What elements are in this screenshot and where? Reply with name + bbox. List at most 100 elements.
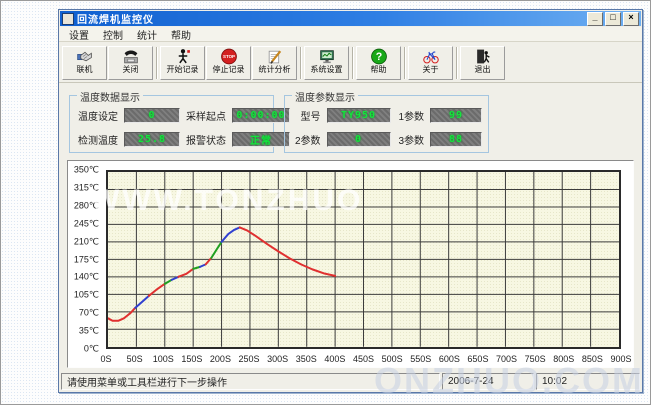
temp-setpoint-label: 温度设定 [78, 108, 118, 123]
y-tick-label: 70℃ [79, 308, 99, 319]
help-button[interactable]: ? 帮助 [356, 46, 401, 80]
chart-x-axis: 0S50S100S150S200S250S300S350S400S450S500… [106, 352, 621, 365]
temperature-data-fields: 温度设定 0 采样起点 0:00:00 检测温度 25.8 报警状态 正常 [78, 108, 267, 147]
x-tick-label: 450S [353, 354, 374, 364]
sample-start-label: 采样起点 [186, 108, 226, 123]
x-tick-label: 750S [525, 354, 546, 364]
toolbar-separator [456, 47, 458, 79]
restore-button[interactable]: □ [605, 12, 621, 26]
groupbox-title: 温度参数显示 [292, 89, 358, 104]
temperature-profile-chart: 350℃315℃280℃245℃210℃175℃140℃105℃70℃35℃0℃… [67, 160, 634, 368]
toolbar-button-label: 关闭 [123, 65, 139, 75]
pencil-report-icon [266, 48, 284, 65]
param2-label: 2参数 [293, 132, 321, 147]
x-tick-label: 800S [553, 354, 574, 364]
x-tick-label: 700S [496, 354, 517, 364]
temperature-data-groupbox: 温度数据显示 温度设定 0 采样起点 0:00:00 检测温度 25.8 报警状… [69, 95, 274, 153]
x-tick-label: 0S [100, 354, 111, 364]
close-button[interactable]: × [623, 12, 639, 26]
phone-icon [122, 48, 140, 65]
param3-label: 3参数 [397, 132, 425, 147]
svg-text:?: ? [375, 51, 381, 63]
toolbar-button-label: 退出 [475, 65, 491, 75]
groupbox-title: 温度数据显示 [77, 89, 143, 104]
menu-control[interactable]: 控制 [96, 27, 130, 42]
x-tick-label: 300S [267, 354, 288, 364]
x-tick-label: 600S [439, 354, 460, 364]
toolbar-separator [404, 47, 406, 79]
toolbar-button-label: 帮助 [371, 65, 387, 75]
x-tick-label: 350S [296, 354, 317, 364]
system-settings-button[interactable]: 系统设置 [304, 46, 349, 80]
status-date: 2006-7-24 [442, 373, 534, 390]
x-tick-label: 50S [127, 354, 143, 364]
model-label: 型号 [293, 108, 321, 123]
toolbar: 联机 关闭 开始记录 [59, 42, 642, 83]
y-tick-label: 0℃ [84, 344, 99, 355]
menu-settings[interactable]: 设置 [62, 27, 96, 42]
person-start-icon [174, 48, 192, 65]
x-tick-label: 650S [467, 354, 488, 364]
menu-statistics[interactable]: 统计 [130, 27, 164, 42]
x-tick-label: 850S [582, 354, 603, 364]
chart-y-axis: 350℃315℃280℃245℃210℃175℃140℃105℃70℃35℃0℃ [68, 170, 104, 349]
connect-button[interactable]: 联机 [62, 46, 107, 80]
toolbar-button-label: 开始记录 [167, 65, 199, 75]
chart-svg [108, 172, 619, 347]
stop-icon: STOP [220, 48, 238, 65]
exit-door-icon [474, 48, 492, 65]
measured-temp-display: 25.8 [124, 132, 180, 147]
y-tick-label: 175℃ [74, 254, 99, 265]
minimize-button[interactable]: _ [587, 12, 603, 26]
titlebar[interactable]: 回流焊机监控仪 _ □ × [60, 11, 641, 26]
x-tick-label: 400S [324, 354, 345, 364]
x-tick-label: 550S [410, 354, 431, 364]
toolbar-button-label: 停止记录 [213, 65, 245, 75]
statistics-analysis-button[interactable]: 统计分析 [252, 46, 297, 80]
param2-display: 0 [327, 132, 391, 147]
temperature-param-groupbox: 温度参数显示 型号 TY950 1参数 99 2参数 0 3参数 88 [284, 95, 489, 153]
question-icon: ? [370, 48, 388, 65]
chart-plot-area [106, 170, 621, 349]
param3-display: 88 [430, 132, 482, 147]
y-tick-label: 315℃ [74, 183, 99, 194]
y-tick-label: 105℃ [74, 290, 99, 301]
y-tick-label: 280℃ [74, 200, 99, 211]
start-record-button[interactable]: 开始记录 [160, 46, 205, 80]
x-tick-label: 100S [153, 354, 174, 364]
toolbar-separator [300, 47, 302, 79]
x-tick-label: 150S [181, 354, 202, 364]
window-title: 回流焊机监控仪 [77, 11, 585, 26]
exit-button[interactable]: 退出 [460, 46, 505, 80]
handshake-icon [76, 48, 94, 65]
y-tick-label: 210℃ [74, 236, 99, 247]
alarm-status-label: 报警状态 [186, 132, 226, 147]
screenshot-canvas: 回流焊机监控仪 _ □ × 设置 控制 统计 帮助 联机 [0, 0, 651, 405]
close-connection-button[interactable]: 关闭 [108, 46, 153, 80]
display-groups-row: 温度数据显示 温度设定 0 采样起点 0:00:00 检测温度 25.8 报警状… [59, 83, 642, 153]
y-tick-label: 245℃ [74, 218, 99, 229]
toolbar-separator [156, 47, 158, 79]
x-tick-label: 900S [610, 354, 631, 364]
x-tick-label: 250S [239, 354, 260, 364]
temperature-param-fields: 型号 TY950 1参数 99 2参数 0 3参数 88 [293, 108, 482, 147]
temp-setpoint-display: 0 [124, 108, 180, 123]
param1-label: 1参数 [397, 108, 425, 123]
svg-text:STOP: STOP [222, 54, 234, 59]
toolbar-button-label: 统计分析 [259, 65, 291, 75]
status-message: 请使用菜单或工具栏进行下一步操作 [61, 373, 440, 390]
app-icon [62, 13, 74, 25]
measured-temp-label: 检测温度 [78, 132, 118, 147]
toolbar-button-label: 联机 [77, 65, 93, 75]
menu-help[interactable]: 帮助 [164, 27, 198, 42]
app-window: 回流焊机监控仪 _ □ × 设置 控制 统计 帮助 联机 [58, 9, 643, 393]
stop-record-button[interactable]: STOP 停止记录 [206, 46, 251, 80]
x-tick-label: 500S [382, 354, 403, 364]
sample-start-display: 0:00:00 [232, 108, 290, 123]
menu-bar: 设置 控制 统计 帮助 [59, 27, 642, 42]
bicycle-icon [422, 48, 440, 65]
status-time: 10:02 [536, 373, 640, 390]
about-button[interactable]: 关于 [408, 46, 453, 80]
status-bar: 请使用菜单或工具栏进行下一步操作 2006-7-24 10:02 [59, 372, 642, 392]
toolbar-button-label: 系统设置 [311, 65, 343, 75]
